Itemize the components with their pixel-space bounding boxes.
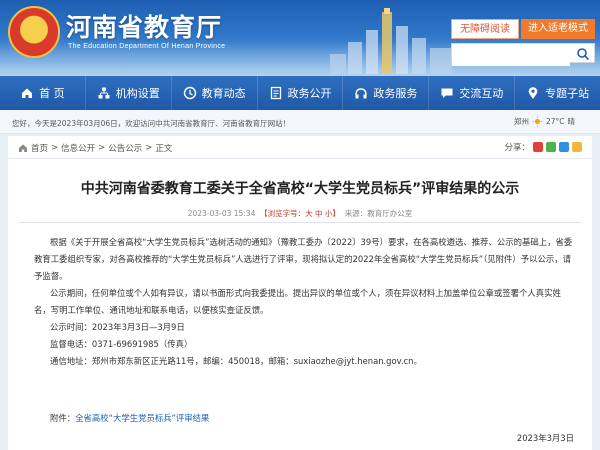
national-emblem-icon: ★ (8, 6, 60, 58)
welcome-text: 您好，今天是2023年03月06日，欢迎访问中共河南省教育厅、河南省教育厅网站！ (12, 119, 291, 128)
service-icon (354, 86, 368, 100)
info-bar: 您好，今天是2023年03月06日，欢迎访问中共河南省教育厅、河南省教育厅网站！… (0, 110, 600, 134)
site-subtitle: The Education Department Of Henan Provin… (68, 43, 226, 50)
nav-item-label: 首 页 (39, 87, 65, 100)
nav-item-label: 专题子站 (545, 87, 590, 100)
font-size-switch[interactable]: 【浏览字号：大 中 小】 (260, 209, 340, 218)
sun-icon (532, 116, 543, 127)
breadcrumb: 首页 > 信息公开 > 公告公示 > 正文 (18, 142, 172, 154)
share-label: 分享： (504, 143, 530, 153)
attachment-link[interactable]: 全省高校“大学生党员标兵”评审结果 (75, 413, 209, 423)
site-title[interactable]: 河南省教育厅 (66, 8, 222, 44)
nav-item-topics[interactable]: 专题子站 (515, 76, 600, 110)
nav-item-org[interactable]: 机构设置 (86, 76, 172, 110)
breadcrumb-info-public[interactable]: 信息公开 (61, 142, 95, 154)
search-icon[interactable] (576, 47, 590, 61)
elder-mode-button[interactable]: 进入适老模式 (521, 19, 595, 39)
chat-icon (440, 86, 454, 100)
breadcrumb-notices[interactable]: 公告公示 (108, 142, 142, 154)
attachment-label: 附件： (50, 413, 76, 423)
nav-item-label: 交流互动 (459, 87, 504, 100)
paragraph-2: 公示期间，任何单位或个人如有异议，请以书面形式向我委提出。提出异议的单位或个人，… (34, 288, 561, 315)
skyline-illustration (330, 8, 452, 74)
qq-share-icon[interactable] (559, 142, 569, 152)
breadcrumb-separator: > (51, 143, 59, 153)
wechat-share-icon[interactable] (546, 142, 556, 152)
supervision-phone: 监督电话：0371-69691985（传真） (50, 339, 193, 349)
share-bar: 分享： (504, 141, 582, 153)
doc-icon (269, 86, 283, 100)
weather-condition: 晴 (567, 117, 576, 126)
search-box (451, 43, 595, 66)
search-input[interactable] (452, 48, 570, 66)
paragraph-1: 根据《关于开展全省高校“大学生党员标兵”选树活动的通知》（豫教工委办〔2022〕… (34, 237, 573, 281)
nav-item-label: 教育动态 (201, 87, 246, 100)
article-title: 中共河南省委教育工委关于全省高校“大学生党员标兵”评审结果的公示 (80, 181, 520, 197)
article-body: 根据《关于开展全省高校“大学生党员标兵”选树活动的通知》（豫教工委办〔2022〕… (34, 234, 574, 370)
home-icon (19, 144, 27, 152)
pin-icon (526, 86, 540, 100)
nav-item-home[interactable]: 首 页 (0, 76, 86, 110)
breadcrumb-separator: > (145, 143, 153, 153)
org-icon (97, 86, 111, 100)
qzone-share-icon[interactable] (572, 142, 582, 152)
nav-item-service[interactable]: 政务服务 (343, 76, 430, 110)
accessibility-button[interactable]: 无障碍阅读 (451, 19, 519, 39)
nav-item-interact[interactable]: 交流互动 (429, 76, 516, 110)
weibo-share-icon[interactable] (533, 142, 543, 152)
breadcrumb-separator: > (98, 143, 106, 153)
publicity-time: 公示时间：2023年3月3日—3月9日 (50, 322, 185, 332)
divider (18, 222, 582, 223)
weather-city: 郑州 (514, 117, 529, 126)
article-meta: 2023-03-03 15:34 【浏览字号：大 中 小】 来源：教育厅办公室 (8, 208, 592, 219)
article-source: 来源：教育厅办公室 (344, 209, 413, 218)
main-nav: 首 页 机构设置 教育动态 政务公开 政务服务 交流互动 专题子站 (0, 76, 600, 110)
attachment: 附件：全省高校“大学生党员标兵”评审结果 (50, 412, 209, 424)
weather-widget: 郑州 27°C 晴 (514, 116, 575, 127)
nav-item-news[interactable]: 教育动态 (172, 76, 258, 110)
mailing-address: 通信地址：郑州市郑东新区正光路11号，邮编：450018，邮箱：suxiaozh… (50, 356, 422, 366)
signature-date: 2023年3月3日 (516, 433, 574, 443)
news-icon (183, 86, 197, 100)
article-date: 2023-03-03 15:34 (187, 209, 256, 218)
weather-temp: 27°C (546, 117, 565, 126)
header-banner: ★ 河南省教育厅 The Education Department Of Hen… (0, 0, 600, 76)
divider (8, 158, 592, 159)
breadcrumb-home[interactable]: 首页 (31, 142, 48, 154)
nav-item-public[interactable]: 政务公开 (258, 76, 344, 110)
nav-item-label: 政务服务 (373, 87, 418, 100)
nav-item-label: 机构设置 (115, 87, 160, 100)
article-panel: 首页 > 信息公开 > 公告公示 > 正文 分享： 中共河南省委教育工委关于全省… (8, 136, 592, 450)
home-icon (20, 86, 34, 100)
breadcrumb-current: 正文 (155, 144, 173, 154)
nav-item-label: 政务公开 (287, 87, 332, 100)
